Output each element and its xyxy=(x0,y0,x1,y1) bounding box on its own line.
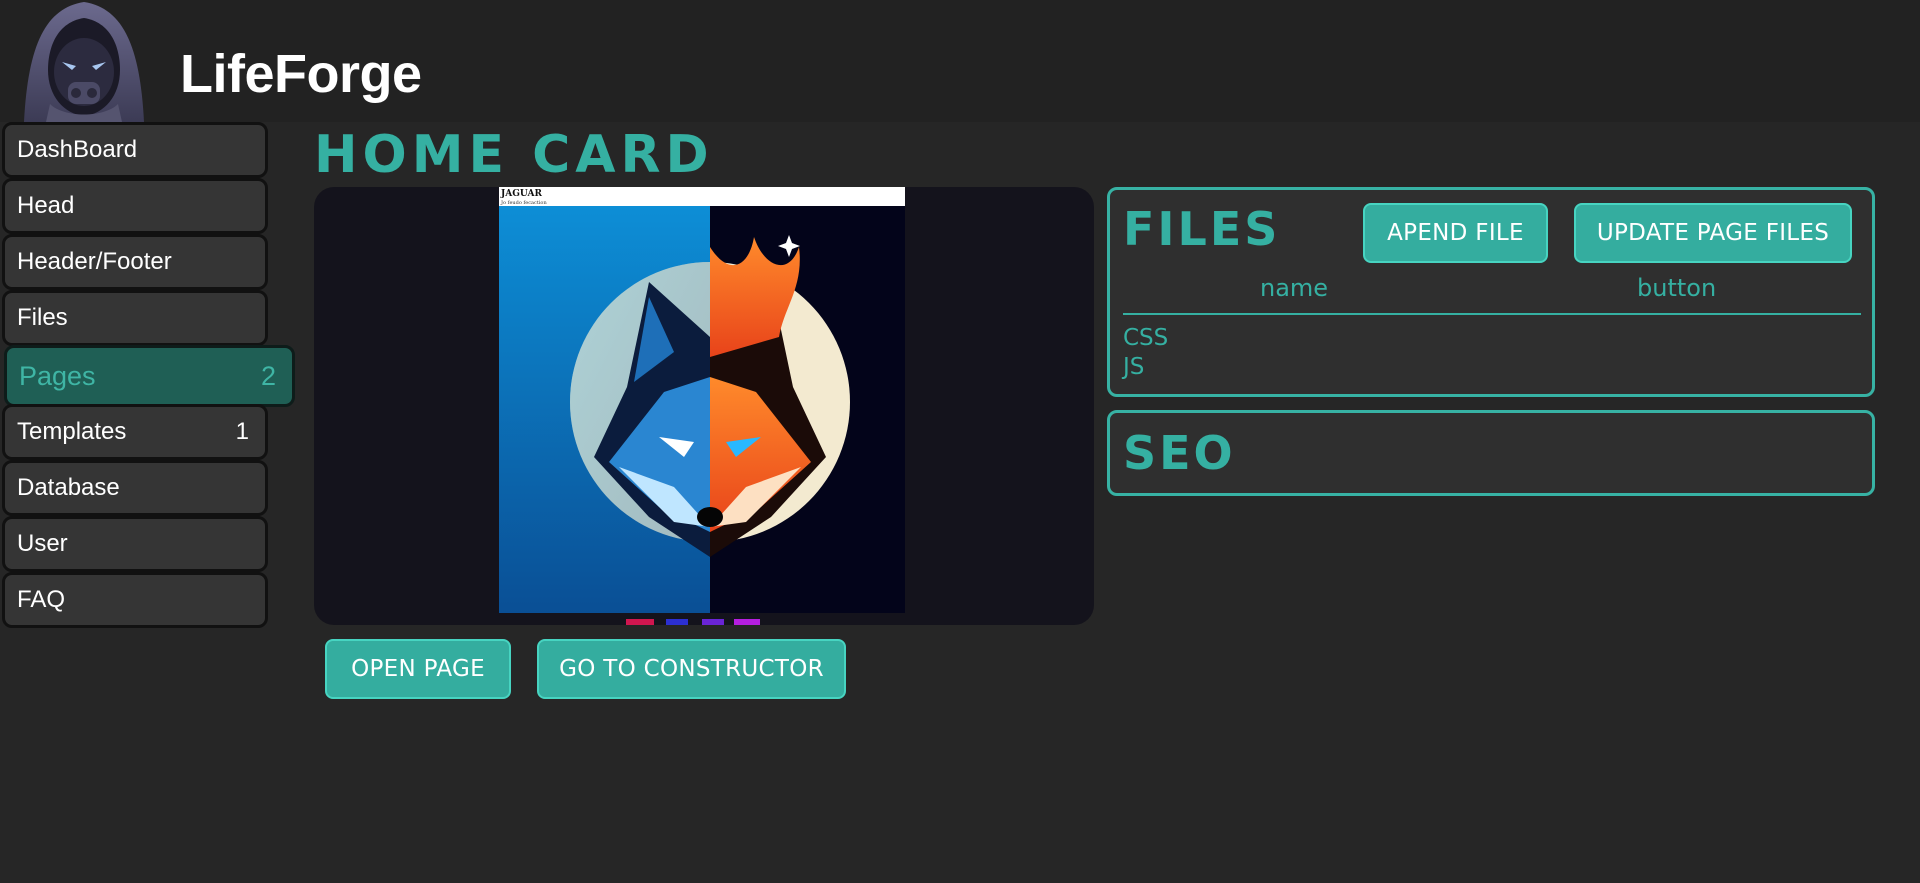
seo-panel: SEO xyxy=(1107,410,1875,496)
file-row-js: JS xyxy=(1123,354,1145,380)
hooded-avatar-logo xyxy=(10,0,158,122)
column-header-button: button xyxy=(1637,274,1717,302)
sidebar-item-label: Head xyxy=(17,192,75,219)
sidebar-item-label: DashBoard xyxy=(17,136,138,163)
preview-caption-sub: Jo feudo fecaction xyxy=(500,200,547,206)
sidebar-item-header-footer[interactable]: Header/Footer xyxy=(2,234,268,290)
sidebar-item-count: 2 xyxy=(260,360,276,391)
preview-caption-title: JAGUAR xyxy=(500,189,542,199)
seo-panel-title: SEO xyxy=(1123,426,1236,480)
sidebar-item-label: User xyxy=(17,530,68,557)
go-to-constructor-button[interactable]: GO TO CONSTRUCTOR xyxy=(537,639,846,699)
page-title: HOME CARD xyxy=(314,125,714,185)
sidebar-item-files[interactable]: Files xyxy=(2,290,268,346)
preview-color-swatch xyxy=(734,619,760,625)
preview-color-swatch xyxy=(702,619,724,625)
sidebar-item-label: Files xyxy=(17,304,68,331)
page-preview: JAGUAR Jo feudo fecaction xyxy=(314,187,1094,625)
sidebar-item-head[interactable]: Head xyxy=(2,178,268,234)
top-header: LifeForge xyxy=(0,0,1920,122)
table-divider xyxy=(1123,313,1861,315)
sidebar-item-dashboard[interactable]: DashBoard xyxy=(2,122,268,178)
files-panel-title: FILES xyxy=(1123,202,1281,256)
update-page-files-button[interactable]: UPDATE PAGE FILES xyxy=(1574,203,1852,263)
sidebar-item-label: Templates xyxy=(17,418,127,445)
preview-color-swatch xyxy=(626,619,654,625)
app-title: LifeForge xyxy=(180,44,422,104)
fox-logo-preview-image: JAGUAR Jo feudo fecaction xyxy=(499,187,905,613)
sidebar-item-label: FAQ xyxy=(17,586,66,613)
sidebar-item-templates[interactable]: Templates 1 xyxy=(2,404,268,460)
sidebar-item-user[interactable]: User xyxy=(2,516,268,572)
sidebar-item-label: Database xyxy=(17,474,120,501)
sidebar-item-count: 1 xyxy=(235,418,249,445)
sidebar-item-label: Header/Footer xyxy=(17,248,172,275)
append-file-button[interactable]: APEND FILE xyxy=(1363,203,1548,263)
sidebar-item-label: Pages xyxy=(19,360,96,391)
column-header-name: name xyxy=(1260,274,1329,302)
sidebar-item-faq[interactable]: FAQ xyxy=(2,572,268,628)
open-page-button[interactable]: OPEN PAGE xyxy=(325,639,511,699)
sidebar-item-database[interactable]: Database xyxy=(2,460,268,516)
sidebar-item-pages[interactable]: Pages 2 xyxy=(4,345,295,407)
files-panel: FILES APEND FILE UPDATE PAGE FILES name … xyxy=(1107,187,1875,397)
preview-color-swatch xyxy=(666,619,688,625)
file-row-css: CSS xyxy=(1123,325,1169,351)
